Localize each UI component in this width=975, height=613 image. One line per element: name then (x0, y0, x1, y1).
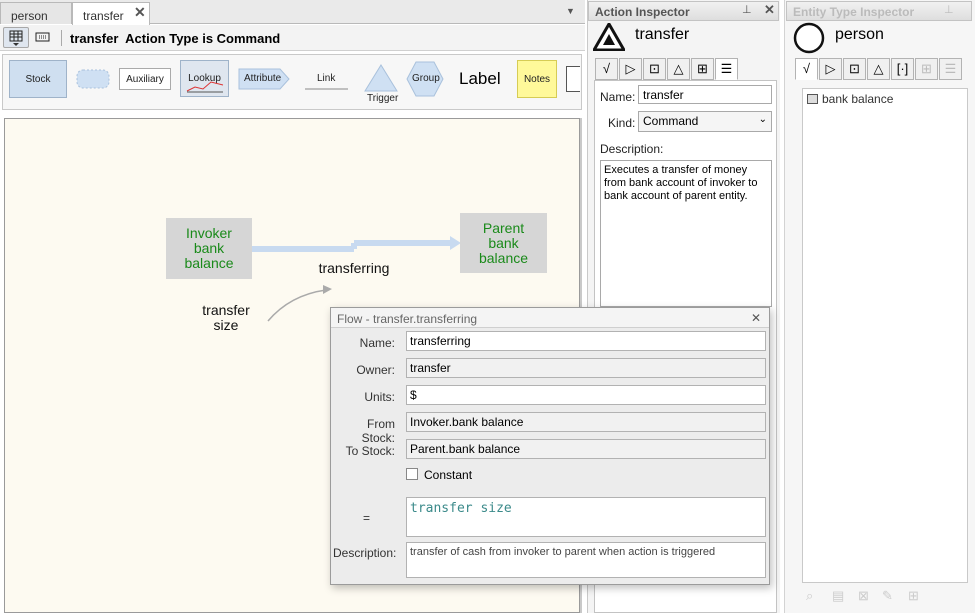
flow-name-value: transferring (410, 334, 471, 348)
grid-icon[interactable]: ⊞ (908, 588, 919, 604)
flow-to-label: To Stock: (345, 444, 395, 458)
flow-properties-dialog: Flow - transfer.transferring ✕ Name: tra… (330, 307, 770, 585)
entity-name-title: person (835, 26, 884, 44)
tab-input[interactable]: ⊡ (643, 58, 666, 80)
equation-field[interactable]: transfer size (406, 497, 766, 537)
entity-tab-input[interactable]: ⊡ (843, 58, 866, 80)
tab-formula[interactable]: √ (595, 58, 618, 80)
flow-to-stock-field: Parent.bank balance (406, 439, 766, 459)
pin-icon[interactable]: ⊥ (742, 3, 752, 16)
flow-owner-value: transfer (410, 361, 451, 375)
action-description-label: Description: (600, 142, 664, 156)
constant-checkbox[interactable] (406, 468, 418, 480)
action-name-value: transfer (643, 88, 684, 102)
constant-label: Constant (424, 468, 473, 482)
action-kind-select[interactable]: Command ⌄ (638, 111, 772, 132)
close-dialog-icon[interactable]: ✕ (751, 311, 761, 325)
flow-description-value: transfer of cash from invoker to parent … (410, 546, 716, 558)
bracket-icon: [·] (896, 61, 909, 76)
attribute-tag-icon: ▷ (625, 61, 636, 76)
entity-tab-bracket[interactable]: [·] (891, 58, 914, 80)
entity-attribute-icon: ▷ (825, 61, 836, 76)
flow-description-field[interactable]: transfer of cash from invoker to parent … (406, 542, 766, 578)
save-icon[interactable]: ▤ (832, 588, 844, 604)
flow-name-field[interactable]: transferring (406, 331, 766, 351)
formula-icon: √ (602, 61, 611, 76)
entity-input-icon: ⊡ (849, 61, 860, 76)
entity-item-label: bank balance (822, 92, 894, 106)
action-name-field[interactable]: transfer (638, 85, 772, 104)
flow-name-label: Name: (359, 336, 395, 350)
flow-transferring-label[interactable]: transferring (316, 261, 392, 276)
entity-list-icon: ☰ (944, 61, 957, 76)
flow-dialog-titlebar[interactable]: Flow - transfer.transferring (331, 308, 769, 328)
flow-dialog-title: Flow - transfer.transferring (337, 312, 478, 326)
aux-transfer-size-label[interactable]: transfer size (196, 303, 256, 333)
flow-units-label: Units: (364, 390, 395, 404)
delete-icon[interactable]: ⊠ (858, 588, 869, 604)
tab-hierarchy[interactable]: ⊞ (691, 58, 714, 80)
flow-description-label: Description: (333, 546, 397, 560)
trigger-icon: △ (673, 61, 684, 76)
flow-from-value: Invoker.bank balance (410, 415, 524, 429)
action-kind-label: Kind: (608, 116, 636, 130)
entity-items-list (802, 88, 968, 583)
edit-icon[interactable]: ✎ (882, 588, 893, 604)
action-description-field[interactable]: Executes a transfer of money from bank a… (600, 160, 772, 307)
flow-from-label: From Stock: (361, 417, 395, 445)
equation-value: transfer size (410, 501, 512, 516)
entity-circle-icon (793, 22, 825, 54)
equals-label: = (363, 511, 371, 525)
entity-tab-trigger[interactable]: △ (867, 58, 890, 80)
tab-properties[interactable]: ☰ (715, 58, 738, 80)
entity-bottom-toolbar: ⌕ ▤ ⊠ ✎ ⊞ (802, 588, 968, 608)
stock-icon (807, 94, 818, 104)
entity-trigger-icon: △ (873, 61, 884, 76)
list-icon: ☰ (720, 61, 733, 76)
action-name-title: transfer (635, 26, 689, 44)
flow-owner-label: Owner: (356, 363, 395, 377)
action-description-value: Executes a transfer of money from bank a… (604, 164, 758, 202)
chevron-down-icon: ⌄ (758, 114, 767, 125)
tab-trigger[interactable]: △ (667, 58, 690, 80)
rename-icon[interactable]: ⌕ (806, 588, 813, 604)
aux-transfer-size-text: transfer size (202, 302, 250, 333)
close-action-inspector-icon[interactable]: ✕ (764, 2, 775, 18)
stock-invoker-bank-balance[interactable]: Invoker bank balance (166, 218, 252, 279)
entity-pin-icon[interactable]: ⊥ (944, 3, 954, 16)
flow-units-value: $ (410, 388, 417, 402)
action-name-title-text: transfer (635, 26, 690, 43)
stock-invoker-label: Invoker bank balance (184, 225, 234, 271)
action-kind-value: Command (643, 114, 699, 128)
entity-tab-formula[interactable]: √ (795, 58, 818, 80)
entity-tab-attribute[interactable]: ▷ (819, 58, 842, 80)
action-name-label: Name: (600, 90, 636, 104)
flow-to-value: Parent.bank balance (410, 442, 521, 456)
hierarchy-icon: ⊞ (697, 61, 708, 76)
entity-list-item[interactable]: bank balance (807, 92, 893, 106)
flow-transferring-text: transferring (318, 260, 390, 276)
entity-tab-list[interactable]: ☰ (939, 58, 962, 80)
stock-parent-bank-balance[interactable]: Parent bank balance (460, 213, 547, 273)
entity-tab-hierarchy[interactable]: ⊞ (915, 58, 938, 80)
flow-units-field[interactable]: $ (406, 385, 766, 405)
input-icon: ⊡ (649, 61, 660, 76)
action-inspector-title: Action Inspector (595, 5, 690, 19)
stock-parent-label: Parent bank balance (478, 219, 529, 266)
action-triangle-icon (593, 23, 625, 51)
entity-hierarchy-icon: ⊞ (921, 61, 932, 76)
flow-owner-field: transfer (406, 358, 766, 378)
entity-formula-icon: √ (802, 61, 811, 76)
tab-attribute[interactable]: ▷ (619, 58, 642, 80)
entity-inspector-title: Entity Type Inspector (793, 5, 915, 19)
flow-from-stock-field: Invoker.bank balance (406, 412, 766, 432)
entity-name-title-text: person (835, 26, 884, 43)
